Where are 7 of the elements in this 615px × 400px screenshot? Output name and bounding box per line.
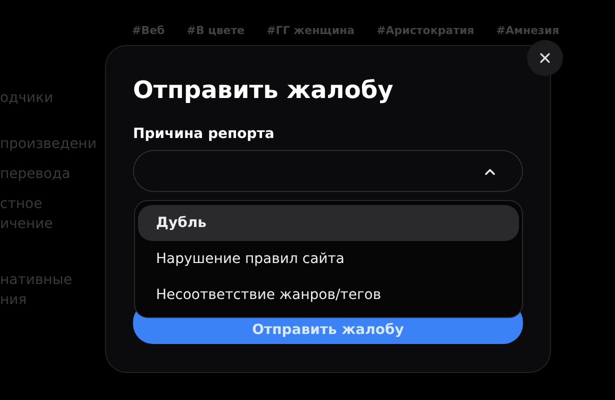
dropdown-option[interactable]: Дубль	[138, 205, 519, 241]
dialog-title: Отправить жалобу	[133, 76, 394, 104]
caret-up-icon	[483, 166, 497, 176]
close-icon	[539, 52, 551, 64]
close-button[interactable]	[527, 40, 563, 76]
dropdown-option[interactable]: Нарушение правил сайта	[138, 241, 519, 277]
field-label: Причина репорта	[133, 126, 276, 142]
